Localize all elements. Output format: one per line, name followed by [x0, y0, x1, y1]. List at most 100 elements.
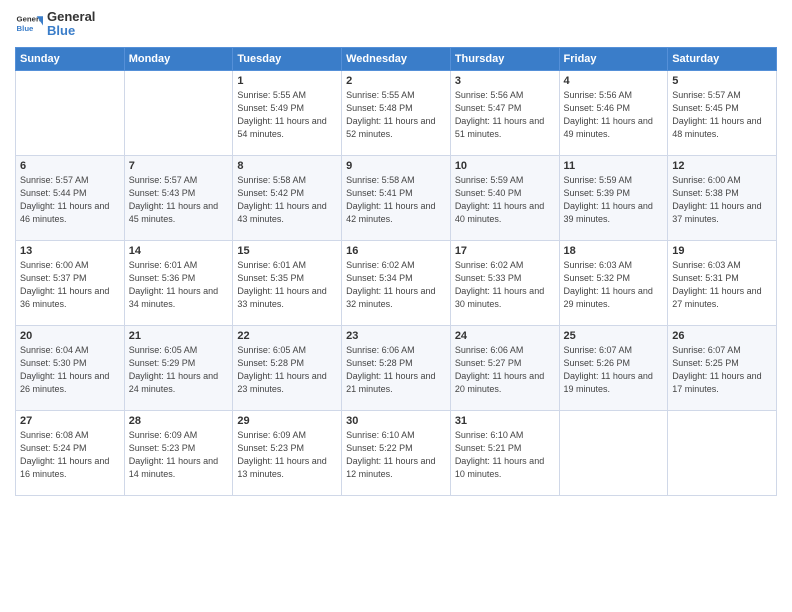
day-info: Sunrise: 5:59 AM Sunset: 5:39 PM Dayligh… — [564, 174, 664, 226]
day-info: Sunrise: 6:03 AM Sunset: 5:31 PM Dayligh… — [672, 259, 772, 311]
day-number: 5 — [672, 75, 772, 87]
day-number: 15 — [237, 245, 337, 257]
day-number: 23 — [346, 330, 446, 342]
weekday-header: Wednesday — [342, 47, 451, 70]
calendar-week-row: 27Sunrise: 6:08 AM Sunset: 5:24 PM Dayli… — [16, 410, 777, 495]
day-info: Sunrise: 6:03 AM Sunset: 5:32 PM Dayligh… — [564, 259, 664, 311]
calendar-cell: 4Sunrise: 5:56 AM Sunset: 5:46 PM Daylig… — [559, 70, 668, 155]
day-info: Sunrise: 5:55 AM Sunset: 5:48 PM Dayligh… — [346, 89, 446, 141]
day-info: Sunrise: 6:07 AM Sunset: 5:26 PM Dayligh… — [564, 344, 664, 396]
day-number: 10 — [455, 160, 555, 172]
calendar-cell: 10 Sunrise: 5:59 AM Sunset: 5:40 PM Dayli… — [450, 155, 559, 240]
calendar-cell: 7 Sunrise: 5:57 AM Sunset: 5:43 PM Daylig… — [124, 155, 233, 240]
calendar-cell — [559, 410, 668, 495]
calendar-cell — [668, 410, 777, 495]
day-number: 7 — [129, 160, 229, 172]
day-info: Sunrise: 5:57 AM Sunset: 5:44 PM Dayligh… — [20, 174, 120, 226]
day-number: 25 — [564, 330, 664, 342]
calendar-week-row: 6 Sunrise: 5:57 AM Sunset: 5:44 PM Daylig… — [16, 155, 777, 240]
weekday-header-row: SundayMondayTuesdayWednesdayThursdayFrid… — [16, 47, 777, 70]
calendar-table: SundayMondayTuesdayWednesdayThursdayFrid… — [15, 47, 777, 496]
calendar-cell: 23 Sunrise: 6:06 AM Sunset: 5:28 PM Dayli… — [342, 325, 451, 410]
day-number: 2 — [346, 75, 446, 87]
day-number: 29 — [237, 415, 337, 427]
page: General Blue General Blue SundayMondayTu… — [0, 0, 792, 612]
day-info: Sunrise: 5:59 AM Sunset: 5:40 PM Dayligh… — [455, 174, 555, 226]
calendar-cell: 12 Sunrise: 6:00 AM Sunset: 5:38 PM Dayli… — [668, 155, 777, 240]
day-info: Sunrise: 6:10 AM Sunset: 5:22 PM Dayligh… — [346, 429, 446, 481]
calendar-week-row: 20 Sunrise: 6:04 AM Sunset: 5:30 PM Dayli… — [16, 325, 777, 410]
day-info: Sunrise: 6:00 AM Sunset: 5:38 PM Dayligh… — [672, 174, 772, 226]
calendar-week-row: 13Sunrise: 6:00 AM Sunset: 5:37 PM Dayli… — [16, 240, 777, 325]
calendar-cell: 29Sunrise: 6:09 AM Sunset: 5:23 PM Dayli… — [233, 410, 342, 495]
calendar-cell: 5 Sunrise: 5:57 AM Sunset: 5:45 PM Daylig… — [668, 70, 777, 155]
calendar-cell: 15 Sunrise: 6:01 AM Sunset: 5:35 PM Dayli… — [233, 240, 342, 325]
logo: General Blue General Blue — [15, 10, 95, 39]
day-info: Sunrise: 5:58 AM Sunset: 5:41 PM Dayligh… — [346, 174, 446, 226]
day-number: 13 — [20, 245, 120, 257]
calendar-cell: 8 Sunrise: 5:58 AM Sunset: 5:42 PM Daylig… — [233, 155, 342, 240]
day-number: 19 — [672, 245, 772, 257]
day-number: 28 — [129, 415, 229, 427]
day-number: 21 — [129, 330, 229, 342]
calendar-cell: 17Sunrise: 6:02 AM Sunset: 5:33 PM Dayli… — [450, 240, 559, 325]
day-info: Sunrise: 6:10 AM Sunset: 5:21 PM Dayligh… — [455, 429, 555, 481]
day-number: 6 — [20, 160, 120, 172]
day-info: Sunrise: 6:06 AM Sunset: 5:27 PM Dayligh… — [455, 344, 555, 396]
calendar-cell: 9 Sunrise: 5:58 AM Sunset: 5:41 PM Daylig… — [342, 155, 451, 240]
day-info: Sunrise: 6:09 AM Sunset: 5:23 PM Dayligh… — [129, 429, 229, 481]
weekday-header: Sunday — [16, 47, 125, 70]
calendar-cell: 25 Sunrise: 6:07 AM Sunset: 5:26 PM Dayli… — [559, 325, 668, 410]
calendar-cell: 16Sunrise: 6:02 AM Sunset: 5:34 PM Dayli… — [342, 240, 451, 325]
calendar-cell: 28 Sunrise: 6:09 AM Sunset: 5:23 PM Dayli… — [124, 410, 233, 495]
calendar-cell: 1 Sunrise: 5:55 AM Sunset: 5:49 PM Daylig… — [233, 70, 342, 155]
weekday-header: Thursday — [450, 47, 559, 70]
logo-general: General — [47, 10, 95, 24]
calendar-cell: 20 Sunrise: 6:04 AM Sunset: 5:30 PM Dayli… — [16, 325, 125, 410]
day-number: 24 — [455, 330, 555, 342]
day-number: 12 — [672, 160, 772, 172]
day-number: 4 — [564, 75, 664, 87]
calendar-cell: 18 Sunrise: 6:03 AM Sunset: 5:32 PM Dayli… — [559, 240, 668, 325]
logo-text-block: General Blue — [47, 10, 95, 39]
calendar-cell: 27Sunrise: 6:08 AM Sunset: 5:24 PM Dayli… — [16, 410, 125, 495]
day-number: 3 — [455, 75, 555, 87]
day-number: 22 — [237, 330, 337, 342]
day-info: Sunrise: 5:57 AM Sunset: 5:45 PM Dayligh… — [672, 89, 772, 141]
day-info: Sunrise: 6:07 AM Sunset: 5:25 PM Dayligh… — [672, 344, 772, 396]
weekday-header: Tuesday — [233, 47, 342, 70]
day-info: Sunrise: 6:06 AM Sunset: 5:28 PM Dayligh… — [346, 344, 446, 396]
day-number: 30 — [346, 415, 446, 427]
calendar-cell: 26 Sunrise: 6:07 AM Sunset: 5:25 PM Dayli… — [668, 325, 777, 410]
calendar-cell: 2 Sunrise: 5:55 AM Sunset: 5:48 PM Daylig… — [342, 70, 451, 155]
day-info: Sunrise: 6:05 AM Sunset: 5:28 PM Dayligh… — [237, 344, 337, 396]
day-info: Sunrise: 5:57 AM Sunset: 5:43 PM Dayligh… — [129, 174, 229, 226]
calendar-cell: 24 Sunrise: 6:06 AM Sunset: 5:27 PM Dayli… — [450, 325, 559, 410]
calendar-cell: 13Sunrise: 6:00 AM Sunset: 5:37 PM Dayli… — [16, 240, 125, 325]
calendar-cell: 3 Sunrise: 5:56 AM Sunset: 5:47 PM Daylig… — [450, 70, 559, 155]
header: General Blue General Blue — [15, 10, 777, 39]
calendar-cell: 11 Sunrise: 5:59 AM Sunset: 5:39 PM Dayli… — [559, 155, 668, 240]
logo-icon: General Blue — [15, 10, 43, 38]
day-number: 20 — [20, 330, 120, 342]
calendar-cell: 21Sunrise: 6:05 AM Sunset: 5:29 PM Dayli… — [124, 325, 233, 410]
calendar-cell: 31Sunrise: 6:10 AM Sunset: 5:21 PM Dayli… — [450, 410, 559, 495]
day-number: 1 — [237, 75, 337, 87]
day-info: Sunrise: 6:08 AM Sunset: 5:24 PM Dayligh… — [20, 429, 120, 481]
day-number: 26 — [672, 330, 772, 342]
day-number: 8 — [237, 160, 337, 172]
day-info: Sunrise: 5:55 AM Sunset: 5:49 PM Dayligh… — [237, 89, 337, 141]
logo-blue: Blue — [47, 24, 95, 38]
calendar-cell — [16, 70, 125, 155]
day-info: Sunrise: 5:58 AM Sunset: 5:42 PM Dayligh… — [237, 174, 337, 226]
day-number: 11 — [564, 160, 664, 172]
day-number: 9 — [346, 160, 446, 172]
calendar-cell: 22 Sunrise: 6:05 AM Sunset: 5:28 PM Dayli… — [233, 325, 342, 410]
day-info: Sunrise: 5:56 AM Sunset: 5:47 PM Dayligh… — [455, 89, 555, 141]
day-number: 14 — [129, 245, 229, 257]
day-info: Sunrise: 6:04 AM Sunset: 5:30 PM Dayligh… — [20, 344, 120, 396]
day-info: Sunrise: 6:01 AM Sunset: 5:35 PM Dayligh… — [237, 259, 337, 311]
day-info: Sunrise: 6:02 AM Sunset: 5:34 PM Dayligh… — [346, 259, 446, 311]
day-number: 18 — [564, 245, 664, 257]
calendar-cell — [124, 70, 233, 155]
